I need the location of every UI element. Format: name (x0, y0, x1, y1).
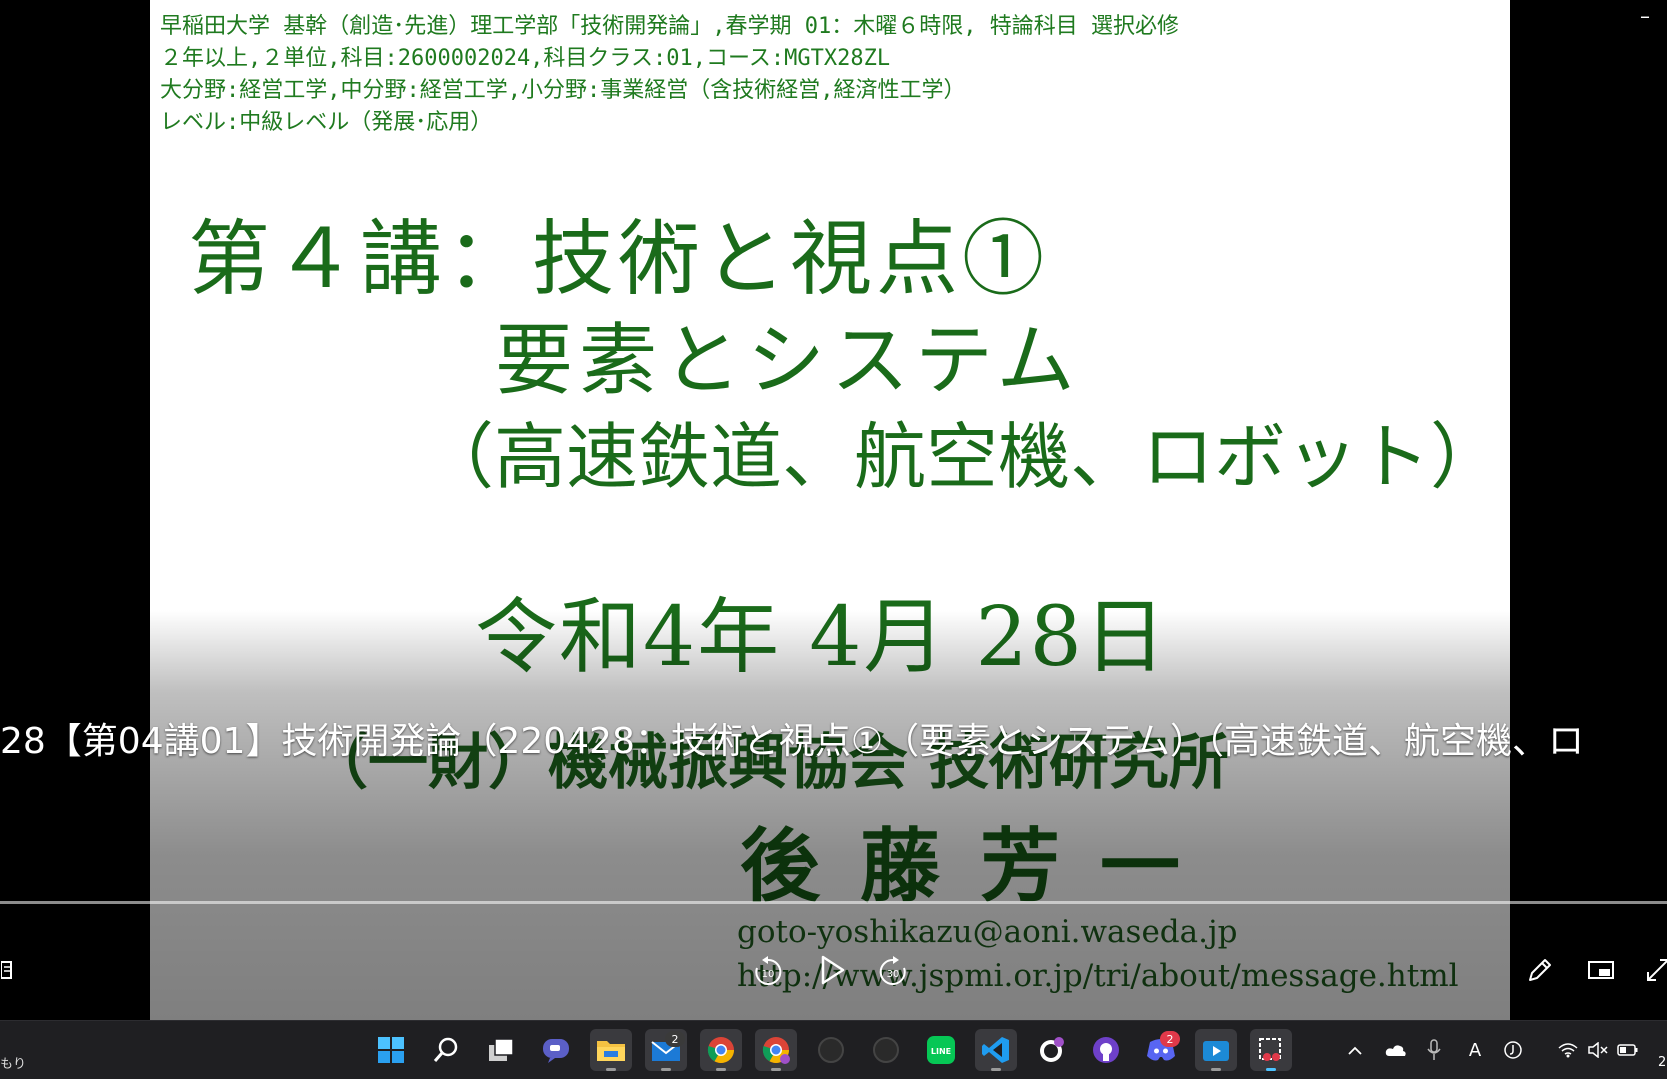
windows-taskbar: もり 2 LINE 2 A 2 (0, 1020, 1667, 1079)
ime-mode-indicator[interactable]: A (1462, 1037, 1488, 1063)
slide-header-line-2: ２年以上,２単位,科目:2600002024,科目クラス:01,コース:MGTX… (160, 46, 891, 71)
vscode-icon (982, 1037, 1009, 1063)
slide-subtitle: 要素とシステム (495, 316, 1081, 406)
forward-30-button[interactable]: 30 (873, 952, 913, 992)
running-indicator (716, 1068, 726, 1071)
app-icon (873, 1037, 899, 1063)
running-indicator (606, 1068, 616, 1071)
fullscreen-icon[interactable] (1643, 952, 1667, 988)
chat-button[interactable] (535, 1029, 577, 1071)
start-button[interactable] (370, 1029, 412, 1071)
running-indicator (1211, 1068, 1221, 1071)
volume-muted-icon[interactable] (1585, 1037, 1611, 1063)
weather-widget[interactable]: もり (0, 1053, 26, 1072)
forward-30-label: 30 (887, 969, 900, 980)
slide-header-line-3: 大分野:経営工学,中分野:経営工学,小分野:事業経営（含技術経営,経済性工学） (160, 78, 966, 103)
chrome-profile-button[interactable] (755, 1029, 797, 1071)
running-indicator (771, 1068, 781, 1071)
running-indicator (1266, 1068, 1276, 1071)
video-viewer[interactable]: 早稲田大学 基幹（創造･先進）理工学部「技術開発論」,春学期 01：木曜６時限,… (0, 0, 1667, 1020)
media-player-icon (1203, 1041, 1229, 1061)
minimize-button[interactable]: – (1640, 4, 1650, 28)
edit-pencil-icon[interactable] (1522, 952, 1558, 988)
github-desktop-icon (1040, 1037, 1064, 1062)
chat-icon (543, 1039, 569, 1063)
mini-player-icon[interactable] (1583, 952, 1619, 988)
snipping-tool-icon (1259, 1038, 1281, 1061)
line-icon: LINE (927, 1036, 955, 1064)
seek-bar[interactable] (0, 901, 1667, 904)
github-button[interactable] (1085, 1029, 1127, 1071)
playlist-icon[interactable] (0, 955, 14, 985)
clock[interactable]: 2 (1658, 1055, 1666, 1070)
rewind-10-label: 10 (762, 969, 775, 980)
slide-topics: （高速鉄道、航空機、ロボット） (422, 415, 1503, 499)
running-indicator (991, 1068, 1001, 1071)
slide-header-line-4: レベル:中級レベル（発展･応用） (160, 110, 493, 135)
rewind-10-button[interactable]: 10 (748, 952, 788, 992)
slide-header-line-1: 早稲田大学 基幹（創造･先進）理工学部「技術開発論」,春学期 01：木曜６時限,… (160, 14, 1179, 39)
onedrive-cloud-icon[interactable] (1383, 1037, 1409, 1063)
mail-badge: 2 (665, 1031, 685, 1047)
search-icon (433, 1037, 458, 1062)
vscode-button[interactable] (975, 1029, 1017, 1071)
chrome-icon (707, 1037, 735, 1064)
ime-options-icon[interactable] (1500, 1037, 1526, 1063)
lecture-slide: 早稲田大学 基幹（創造･先進）理工学部「技術開発論」,春学期 01：木曜６時限,… (150, 0, 1510, 1020)
app-icon (818, 1037, 844, 1063)
slide-title: 第４講：技術と視点① (188, 212, 1049, 307)
discord-button[interactable]: 2 (1140, 1029, 1182, 1071)
line-label: LINE (931, 1047, 951, 1056)
task-view-button[interactable] (480, 1029, 522, 1071)
media-player-button[interactable] (1195, 1029, 1237, 1071)
windows-logo-icon (378, 1037, 404, 1063)
slide-email: goto-yoshikazu@aoni.waseda.jp (737, 914, 1238, 950)
video-title: 28【第04講01】技術開発論（220428：技術と視点①（要素とシステム）（高… (0, 721, 1585, 762)
play-button[interactable] (812, 950, 852, 990)
running-indicator (661, 1068, 671, 1071)
github-icon (1093, 1037, 1119, 1063)
chrome-button[interactable] (700, 1029, 742, 1071)
microphone-icon[interactable] (1421, 1037, 1447, 1063)
discord-badge: 2 (1160, 1031, 1180, 1047)
app-dark-2-button[interactable] (865, 1029, 907, 1071)
chrome-icon (762, 1037, 790, 1064)
line-button[interactable]: LINE (920, 1029, 962, 1071)
file-explorer-button[interactable] (590, 1029, 632, 1071)
battery-icon[interactable] (1615, 1037, 1641, 1063)
taskbar-search-button[interactable] (425, 1029, 467, 1071)
app-dark-1-button[interactable] (810, 1029, 852, 1071)
mail-button[interactable]: 2 (645, 1029, 687, 1071)
snipping-tool-button[interactable] (1250, 1029, 1292, 1071)
tray-overflow-chevron-icon[interactable] (1342, 1037, 1368, 1063)
slide-date: 令和4年 4月 28日 (475, 590, 1168, 685)
folder-icon (597, 1041, 625, 1061)
github-desktop-button[interactable] (1030, 1029, 1072, 1071)
task-view-icon (489, 1038, 514, 1061)
wifi-icon[interactable] (1555, 1037, 1581, 1063)
